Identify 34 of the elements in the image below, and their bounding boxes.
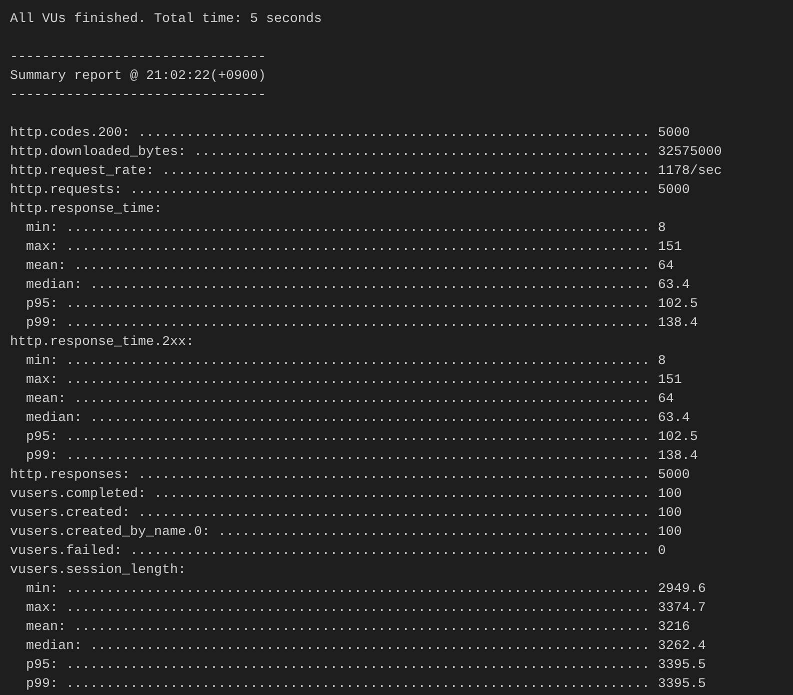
output-line: median: ...................................................................... 63.4 [24,277,690,295]
output-line: median: ...................................................................... 63.4 [24,410,690,428]
output-line: http.response_time: [10,201,162,219]
output-line: -------------------------------- [10,87,266,105]
output-line: http.response_time.2xx: [10,334,194,352]
output-line: p95: ......................................................................... 102.5 [24,429,698,447]
output-line: http.codes.200: ................................................................ 5000 [10,125,690,143]
output-line: vusers.created: ................................................................ 100 [10,505,682,523]
output-line: Summary report @ 21:02:22(+0900) [10,68,266,86]
output-line: http.downloaded_bytes: ......................................................... 32575000 [10,144,722,162]
output-line: p95: ......................................................................... 3395.5 [24,657,706,675]
output-line: mean: ........................................................................ 64 [24,258,674,276]
output-line: mean: ........................................................................ 3216 [24,619,690,637]
output-line: min: ......................................................................... 8 [24,220,666,238]
output-line: vusers.completed: .............................................................. 100 [10,486,682,504]
output-line: vusers.session_length: [10,562,186,580]
output-line: median: ...................................................................... 3262.4 [24,638,706,656]
output-line: max: ......................................................................... 151 [24,239,682,257]
output-line: mean: ........................................................................ 64 [24,391,674,409]
output-line: min: ......................................................................... 2949.6 [24,581,706,599]
output-line: vusers.failed: ................................................................. 0 [10,543,666,561]
output-line: max: ......................................................................... 3374.7 [24,600,706,618]
output-line: p99: ......................................................................... 138.4 [24,315,698,333]
output-line: http.request_rate: ............................................................. 1178/sec [10,163,722,181]
output-line: p99: ......................................................................... 3395.5 [24,676,706,694]
output-line: p95: ......................................................................... 102.5 [24,296,698,314]
output-line: http.responses: ................................................................ 5000 [10,467,690,485]
output-line: min: ......................................................................... 8 [24,353,666,371]
output-line: vusers.created_by_name.0: ...................................................... 100 [10,524,682,542]
output-line: http.requests: ................................................................. 5000 [10,182,690,200]
output-line: max: ......................................................................... 151 [24,372,682,390]
output-line: p99: ......................................................................... 138.4 [24,448,698,466]
output-line: All VUs finished. Total time: 5 seconds [10,11,322,29]
output-line: -------------------------------- [10,49,266,67]
